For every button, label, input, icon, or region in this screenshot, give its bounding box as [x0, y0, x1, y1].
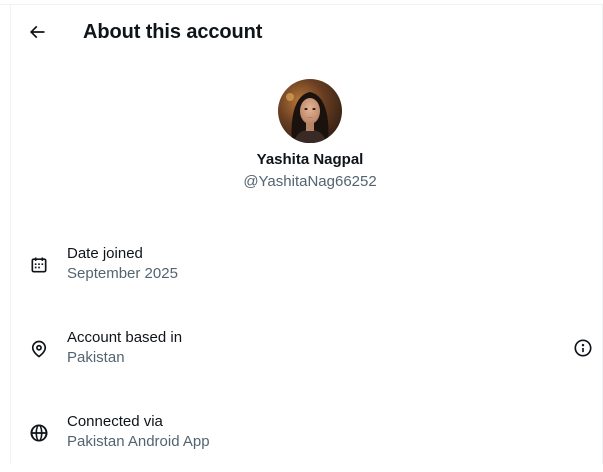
- arrow-left-icon: [29, 25, 45, 39]
- display-name: Yashita Nagpal: [256, 151, 364, 168]
- account-based-in-value: Pakistan: [67, 349, 125, 366]
- page-title: About this account: [83, 21, 263, 43]
- location-pin-icon: [28, 338, 50, 360]
- avatar-image: [278, 79, 342, 143]
- info-row-date-joined: Date joined September 2025: [11, 244, 603, 304]
- top-divider: [0, 4, 603, 5]
- account-based-in-label: Account based in: [67, 329, 183, 346]
- connected-via-value: Pakistan Android App: [67, 433, 210, 450]
- date-joined-label: Date joined: [67, 245, 143, 262]
- globe-icon: [28, 422, 50, 444]
- back-button[interactable]: [22, 17, 52, 47]
- calendar-icon: [28, 254, 50, 276]
- left-divider: [10, 4, 11, 464]
- avatar[interactable]: [278, 79, 342, 143]
- info-button[interactable]: [571, 336, 595, 360]
- about-account-page: About this account Yashita Nagpal @Yashi…: [0, 0, 603, 464]
- info-row-connected-via: Connected via Pakistan Android App: [11, 412, 603, 472]
- date-joined-value: September 2025: [67, 265, 178, 282]
- connected-via-label: Connected via: [67, 413, 163, 430]
- info-icon: [574, 339, 592, 357]
- info-row-account-based-in: Account based in Pakistan: [11, 328, 603, 388]
- account-handle: @YashitaNag66252: [243, 173, 377, 190]
